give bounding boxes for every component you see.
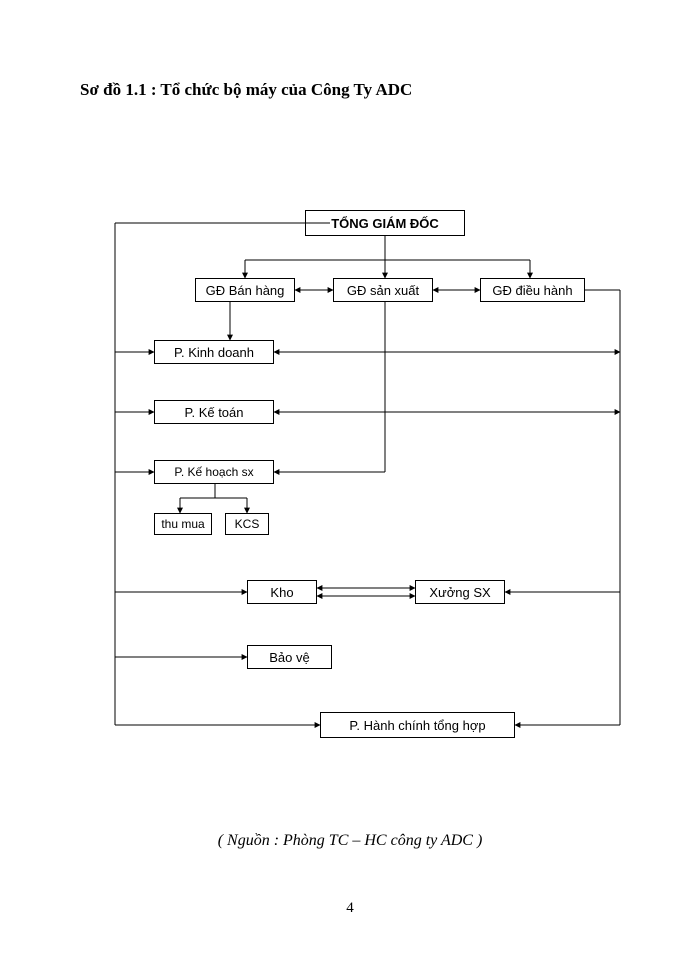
box-p-hcth: P. Hành chính tổng hợp — [320, 712, 515, 738]
box-kho: Kho — [247, 580, 317, 604]
diagram-title: Sơ đồ 1.1 : Tổ chức bộ máy của Công Ty A… — [80, 80, 412, 100]
box-p-kinhdoanh: P. Kinh doanh — [154, 340, 274, 364]
box-kcs: KCS — [225, 513, 269, 535]
box-gd-sanxuat: GĐ sản xuất — [333, 278, 433, 302]
box-xuongsx: Xưởng SX — [415, 580, 505, 604]
box-p-khsx: P. Kế hoạch sx — [154, 460, 274, 484]
box-gd-banhang: GĐ Bán hàng — [195, 278, 295, 302]
page: Sơ đồ 1.1 : Tổ chức bộ máy của Công Ty A… — [0, 0, 700, 960]
box-p-ketoan: P. Kế toán — [154, 400, 274, 424]
box-gd-dieuhanh: GĐ điều hành — [480, 278, 585, 302]
org-chart: TỔNG GIÁM ĐỐC GĐ Bán hàng GĐ sản xuất GĐ… — [110, 210, 630, 780]
source-note: ( Nguồn : Phòng TC – HC công ty ADC ) — [0, 832, 700, 850]
box-ceo: TỔNG GIÁM ĐỐC — [305, 210, 465, 236]
page-number: 4 — [0, 900, 700, 917]
box-thumua: thu mua — [154, 513, 212, 535]
box-baove: Bảo vệ — [247, 645, 332, 669]
